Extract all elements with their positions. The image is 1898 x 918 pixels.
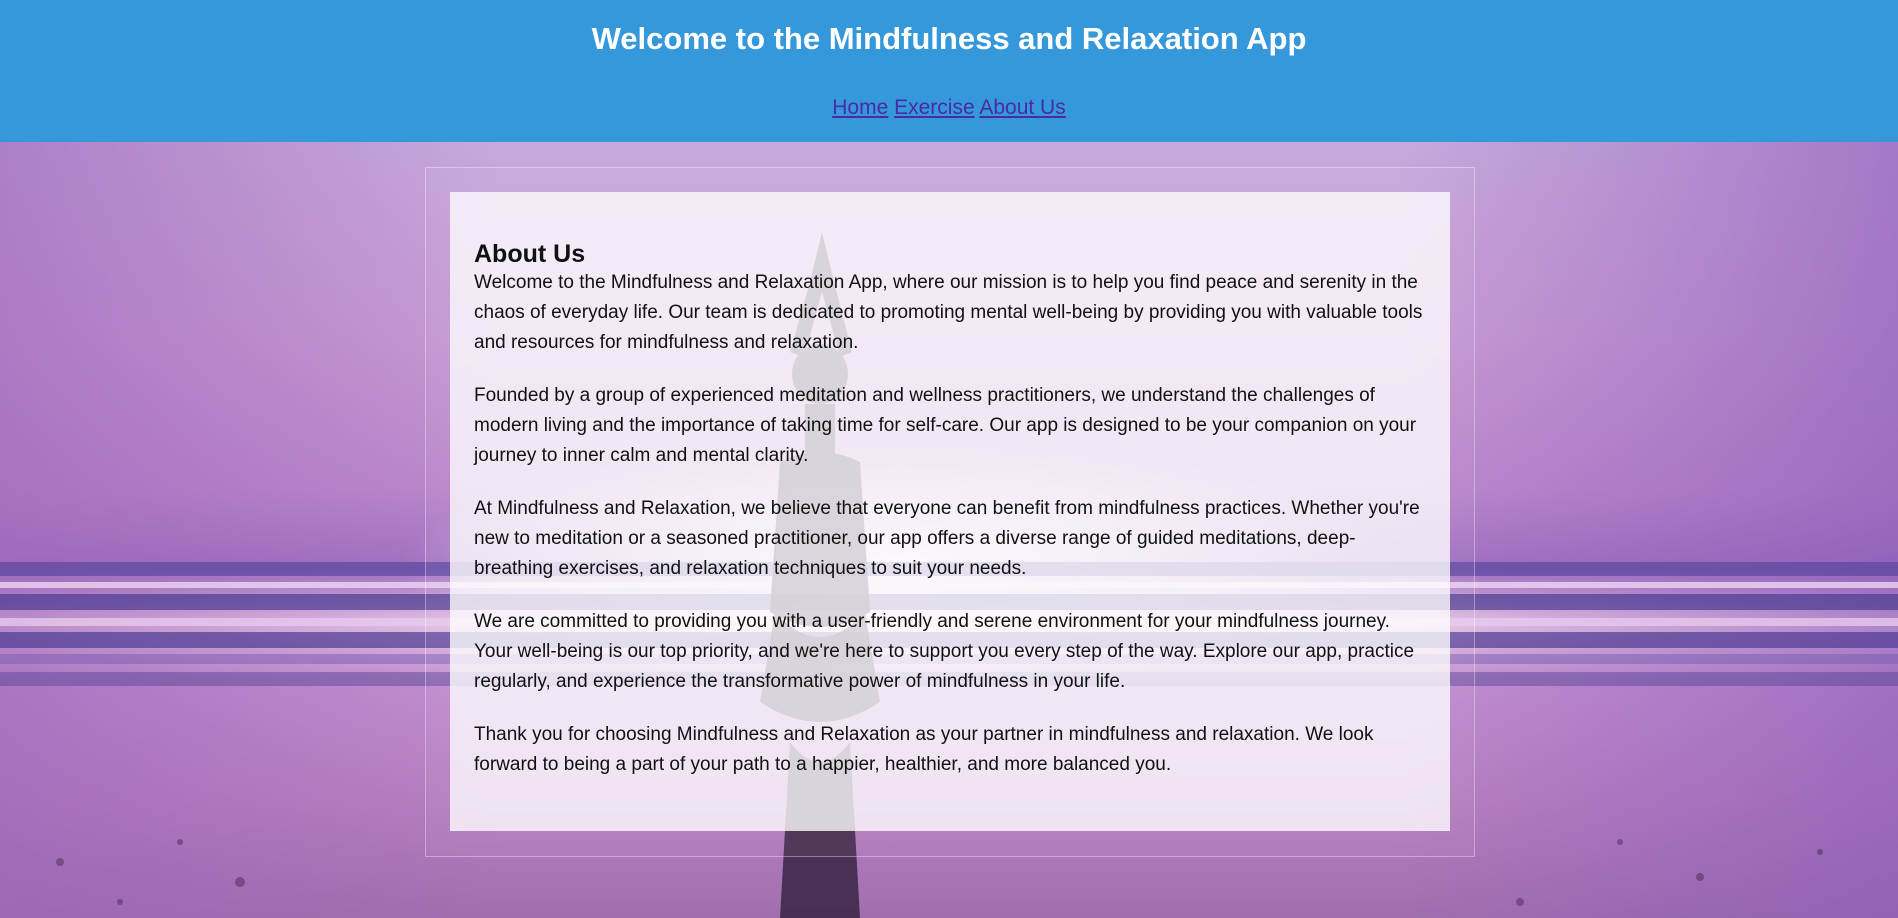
about-us-heading: About Us [474, 240, 586, 268]
nav-link-about-us[interactable]: About Us [979, 96, 1065, 119]
nav-link-exercise[interactable]: Exercise [894, 96, 975, 119]
app-header: Welcome to the Mindfulness and Relaxatio… [0, 0, 1898, 142]
main-navigation: Home Exercise About Us [0, 96, 1898, 120]
page-title: Welcome to the Mindfulness and Relaxatio… [591, 21, 1307, 56]
about-paragraph-2: Founded by a group of experienced medita… [474, 385, 1417, 466]
about-paragraph-3: At Mindfulness and Relaxation, we believ… [474, 498, 1420, 579]
about-paragraph-1: Welcome to the Mindfulness and Relaxatio… [474, 272, 1423, 353]
about-us-card: About Us Welcome to the Mindfulness and … [450, 192, 1450, 831]
about-paragraph-5: Thank you for choosing Mindfulness and R… [474, 724, 1374, 775]
about-paragraph-4: We are committed to providing you with a… [474, 611, 1415, 692]
nav-link-home[interactable]: Home [832, 96, 888, 119]
